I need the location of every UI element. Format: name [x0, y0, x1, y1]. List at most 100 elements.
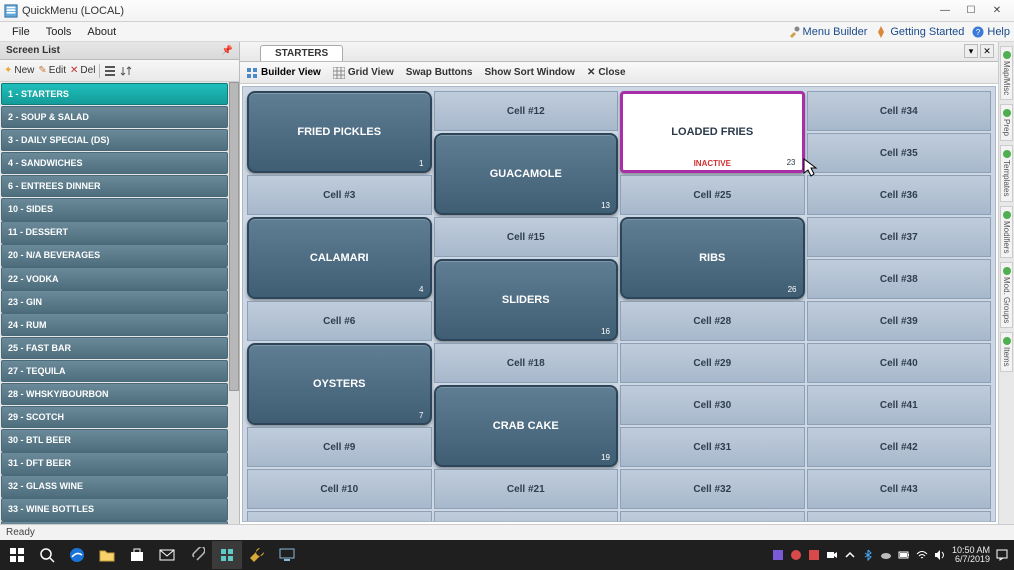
empty-cell[interactable]: Cell #29 — [620, 343, 805, 383]
sidebar-item-4[interactable]: 6 - ENTREES DINNER — [1, 175, 228, 198]
task-store[interactable] — [122, 541, 152, 569]
tray-volume-icon[interactable] — [934, 549, 946, 561]
task-app4[interactable] — [272, 541, 302, 569]
menu-button-7[interactable]: OYSTERS7 — [247, 343, 432, 425]
task-mail[interactable] — [152, 541, 182, 569]
dock-tab-1[interactable]: Prep — [1000, 104, 1013, 141]
tray-video-icon[interactable] — [826, 549, 838, 561]
tab-dropdown-button[interactable]: ▾ — [964, 44, 978, 58]
task-app3[interactable] — [242, 541, 272, 569]
empty-cell[interactable]: Cell #6 — [247, 301, 432, 341]
dock-tab-5[interactable]: Items — [1000, 332, 1013, 372]
empty-cell[interactable]: Cell #39 — [807, 301, 992, 341]
empty-cell[interactable]: Cell #41 — [807, 385, 992, 425]
help-link[interactable]: ? Help — [972, 26, 1010, 38]
sidebar-item-3[interactable]: 4 - SANDWICHES — [1, 152, 228, 175]
start-button[interactable] — [2, 541, 32, 569]
empty-cell[interactable]: Cell #18 — [434, 343, 619, 383]
new-button[interactable]: ✦New — [4, 65, 34, 76]
tray-icon-1[interactable] — [772, 549, 784, 561]
empty-cell[interactable]: Cell #38 — [807, 259, 992, 299]
tray-chevron-up-icon[interactable] — [844, 549, 856, 561]
empty-cell[interactable]: Cell #21 — [434, 469, 619, 509]
window-maximize-button[interactable]: ☐ — [958, 2, 984, 20]
sidebar-item-12[interactable]: 27 - TEQUILA — [1, 360, 228, 383]
sidebar-item-2[interactable]: 3 - DAILY SPECIAL (DS) — [1, 129, 228, 152]
menu-button-1[interactable]: FRIED PICKLES1 — [247, 91, 432, 173]
sidebar-item-8[interactable]: 22 - VODKA — [1, 267, 228, 290]
tray-icon-2[interactable] — [790, 549, 802, 561]
sidebar-item-7[interactable]: 20 - N/A BEVERAGES — [1, 244, 228, 267]
sidebar-item-15[interactable]: 30 - BTL BEER — [1, 429, 228, 452]
tray-icon-3[interactable] — [808, 549, 820, 561]
menu-about[interactable]: About — [79, 26, 124, 38]
menu-button-16[interactable]: SLIDERS16 — [434, 259, 619, 341]
sidebar-item-6[interactable]: 11 - DESSERT — [1, 221, 228, 244]
sidebar-item-16[interactable]: 31 - DFT BEER — [1, 452, 228, 475]
empty-cell[interactable]: Cell #11 — [247, 511, 432, 522]
sidebar-item-1[interactable]: 2 - SOUP & SALAD — [1, 106, 228, 129]
list-button[interactable] — [104, 65, 116, 77]
tray-clock[interactable]: 10:50 AM6/7/2019 — [952, 546, 990, 565]
empty-cell[interactable]: Cell #32 — [620, 469, 805, 509]
empty-cell[interactable]: Cell #10 — [247, 469, 432, 509]
sidebar-scrollbar[interactable] — [229, 82, 239, 524]
tray-wifi-icon[interactable] — [916, 549, 928, 561]
window-close-button[interactable]: ✕ — [984, 2, 1010, 20]
tray-battery-icon[interactable] — [898, 549, 910, 561]
sidebar-item-17[interactable]: 32 - GLASS WINE — [1, 475, 228, 498]
empty-cell[interactable]: Cell #30 — [620, 385, 805, 425]
sidebar-item-0[interactable]: 1 - STARTERS — [1, 83, 228, 106]
sidebar-item-9[interactable]: 23 - GIN — [1, 290, 228, 313]
empty-cell[interactable]: Cell #34 — [807, 91, 992, 131]
close-view-button[interactable]: ✕ Close — [587, 67, 626, 78]
tray-notifications-icon[interactable] — [996, 549, 1008, 561]
sidebar-item-11[interactable]: 25 - FAST BAR — [1, 337, 228, 360]
sidebar-item-13[interactable]: 28 - WHSKY/BOURBON — [1, 383, 228, 406]
empty-cell[interactable]: Cell #40 — [807, 343, 992, 383]
empty-cell[interactable]: Cell #35 — [807, 133, 992, 173]
empty-cell[interactable]: Cell #25 — [620, 175, 805, 215]
dock-tab-3[interactable]: Modifiers — [1000, 206, 1013, 258]
empty-cell[interactable]: Cell #33 — [620, 511, 805, 522]
empty-cell[interactable]: Cell #3 — [247, 175, 432, 215]
task-app1[interactable] — [182, 541, 212, 569]
empty-cell[interactable]: Cell #42 — [807, 427, 992, 467]
task-search[interactable] — [32, 541, 62, 569]
empty-cell[interactable]: Cell #12 — [434, 91, 619, 131]
swap-buttons-button[interactable]: Swap Buttons — [406, 67, 473, 78]
delete-button[interactable]: ✕Del — [70, 65, 95, 76]
tab-close-button[interactable]: ✕ — [980, 44, 994, 58]
menu-button-26[interactable]: RIBS26 — [620, 217, 805, 299]
menu-file[interactable]: File — [4, 26, 38, 38]
tray-onedrive-icon[interactable] — [880, 549, 892, 561]
sidebar-scroll-thumb[interactable] — [229, 82, 239, 391]
sidebar-item-14[interactable]: 29 - SCOTCH — [1, 406, 228, 429]
builder-view-button[interactable]: Builder View — [246, 67, 321, 79]
dock-tab-0[interactable]: Map/Misc — [1000, 46, 1013, 100]
dock-tab-4[interactable]: Mod. Groups — [1000, 262, 1013, 328]
task-edge[interactable] — [62, 541, 92, 569]
show-sort-button[interactable]: Show Sort Window — [484, 67, 574, 78]
menu-button-13[interactable]: GUACAMOLE13 — [434, 133, 619, 215]
empty-cell[interactable]: Cell #37 — [807, 217, 992, 257]
sidebar-item-5[interactable]: 10 - SIDES — [1, 198, 228, 221]
menu-builder-link[interactable]: Menu Builder — [788, 26, 868, 38]
task-explorer[interactable] — [92, 541, 122, 569]
empty-cell[interactable]: Cell #36 — [807, 175, 992, 215]
task-app2[interactable] — [212, 541, 242, 569]
dock-tab-2[interactable]: Templates — [1000, 145, 1013, 201]
empty-cell[interactable]: Cell #44 — [807, 511, 992, 522]
empty-cell[interactable]: Cell #31 — [620, 427, 805, 467]
menu-tools[interactable]: Tools — [38, 26, 80, 38]
window-minimize-button[interactable]: — — [932, 2, 958, 20]
sidebar-item-19[interactable]: 34 - CORDIALS — [1, 521, 228, 524]
pin-icon[interactable]: 📌 — [222, 45, 233, 56]
empty-cell[interactable]: Cell #9 — [247, 427, 432, 467]
menu-button-4[interactable]: CALAMARI4 — [247, 217, 432, 299]
empty-cell[interactable]: Cell #43 — [807, 469, 992, 509]
menu-button-19[interactable]: CRAB CAKE19 — [434, 385, 619, 467]
empty-cell[interactable]: Cell #22 — [434, 511, 619, 522]
tray-bluetooth-icon[interactable] — [862, 549, 874, 561]
sidebar-item-18[interactable]: 33 - WINE BOTTLES — [1, 498, 228, 521]
